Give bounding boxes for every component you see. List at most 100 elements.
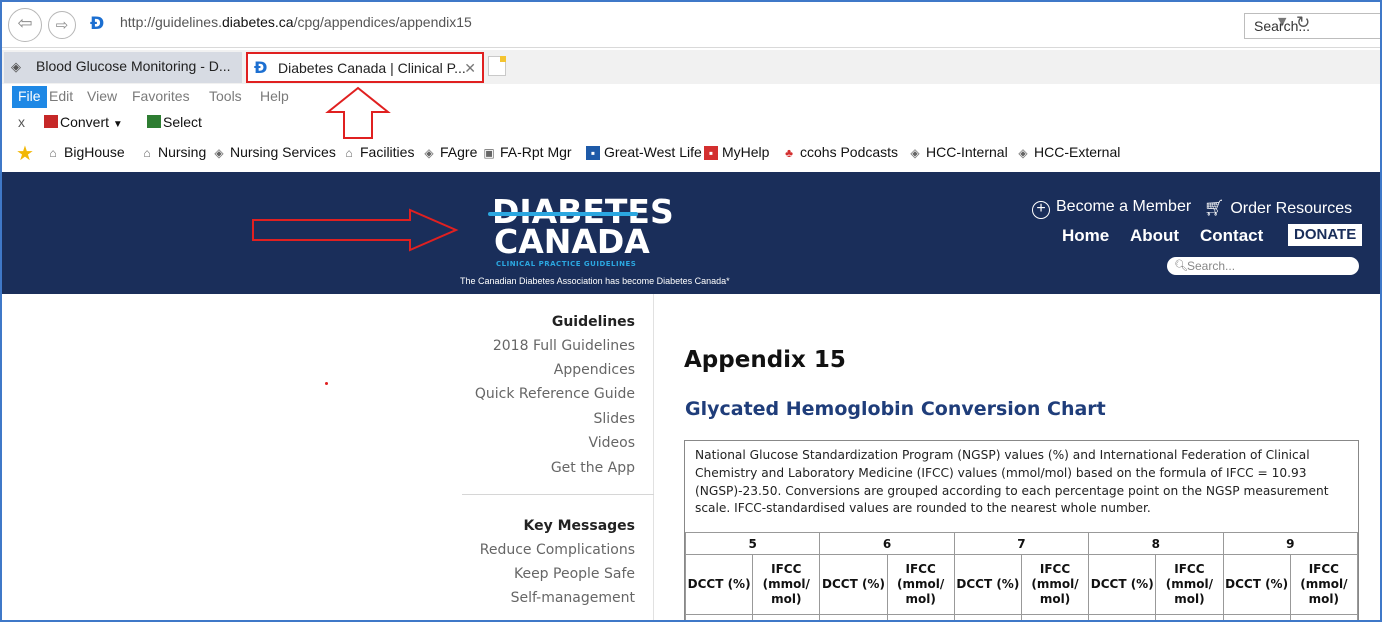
logo-stroke [488, 212, 638, 216]
menu-favorites[interactable]: Favorites [132, 88, 190, 104]
folder-icon: ⌂ [49, 146, 57, 160]
col-ifcc: IFCC (mmol/ mol) [886, 554, 955, 615]
convert-button[interactable]: Convert ▼ [44, 114, 123, 130]
conversion-table: National Glucose Standardization Program… [684, 440, 1359, 620]
gwl-icon: ▪ [586, 146, 600, 160]
site-tagline: The Canadian Diabetes Association has be… [460, 276, 730, 286]
col-dcct: DCCT (%) [953, 554, 1022, 615]
favorite-hcc-external[interactable]: ◈ HCC-External [1016, 144, 1120, 160]
close-tab-icon[interactable]: ✕ [464, 54, 476, 83]
sidebar-item-slides[interactable]: Slides [594, 411, 635, 427]
menu-file[interactable]: File [12, 86, 47, 108]
browser-search-input[interactable]: Search... [1244, 13, 1380, 39]
sidebar-item-self-management[interactable]: Self-management [511, 590, 635, 606]
select-label: Select [163, 114, 202, 130]
maple-leaf-icon: ♣ [785, 146, 793, 160]
favorite-nursing[interactable]: ⌂ Nursing [140, 144, 206, 160]
logo-line2: CANADA [494, 222, 650, 261]
site-icon: ◈ [910, 146, 920, 160]
favorite-fa-rpt-mgr[interactable]: ▣ FA-Rpt Mgr [482, 144, 571, 160]
favorite-label: HCC-Internal [926, 144, 1008, 160]
url-path: /cpg/appendices/appendix15 [293, 14, 472, 30]
tab-favicon-icon: ◈ [11, 59, 21, 74]
tab-favicon-icon: Ð [254, 58, 268, 77]
donate-button[interactable]: DONATE [1288, 224, 1363, 246]
sidebar-item-appendices[interactable]: Appendices [554, 362, 635, 378]
favorite-facilities[interactable]: ⌂ Facilities [342, 144, 414, 160]
sidebar-item-keep-people-safe[interactable]: Keep People Safe [514, 566, 635, 582]
menu-bar: File Edit View Favorites Tools Help [2, 86, 1380, 108]
become-member-link[interactable]: + Become a Member [1032, 198, 1191, 219]
annotation-arrow-up-icon [325, 86, 391, 139]
favorite-ccohs-podcasts[interactable]: ♣ ccohs Podcasts [782, 144, 898, 160]
group-header: 7 [953, 532, 1090, 555]
sidebar-item-reduce-complications[interactable]: Reduce Complications [480, 542, 635, 558]
become-member-label: Become a Member [1056, 198, 1192, 215]
tab-label: Blood Glucose Monitoring - D... [36, 58, 231, 74]
favorite-myhelp[interactable]: ▪ MyHelp [704, 144, 769, 160]
group-header: 6 [819, 532, 955, 555]
menu-tools[interactable]: Tools [209, 88, 242, 104]
pdf-convert-icon [44, 115, 58, 128]
sidebar-item-get-app[interactable]: Get the App [551, 460, 635, 476]
forward-button[interactable]: ⇨ [48, 11, 76, 39]
favorite-fagre[interactable]: ◈ FAgre [422, 144, 477, 160]
url-text[interactable]: http://guidelines.diabetes.ca/cpg/append… [120, 14, 472, 30]
favorite-hcc-internal[interactable]: ◈ HCC-Internal [908, 144, 1008, 160]
favorite-label: FAgre [440, 144, 478, 160]
new-tab-button[interactable] [488, 56, 506, 76]
site-favicon-icon: Ð [90, 14, 105, 34]
sidebar-item-full-guidelines[interactable]: 2018 Full Guidelines [493, 338, 635, 354]
favorites-bar: ★ ⌂ BigHouse ⌂ Nursing ◈ Nursing Services ⌂… [2, 140, 1380, 168]
favorite-nursing-services[interactable]: ◈ Nursing Services [212, 144, 336, 160]
nav-contact[interactable]: Contact [1200, 226, 1263, 246]
nav-about[interactable]: About [1130, 226, 1179, 246]
toolbar-close-icon[interactable]: x [18, 114, 25, 130]
table-group-row: 5 6 7 8 9 [684, 532, 1358, 555]
group-header: 8 [1088, 532, 1224, 555]
nav-home[interactable]: Home [1062, 226, 1109, 246]
tab-label: Diabetes Canada | Clinical P... [278, 60, 466, 76]
pdf-select-icon [147, 115, 161, 128]
red-dot-mark [325, 382, 328, 385]
folder-icon: ⌂ [345, 146, 353, 160]
favorite-label: Nursing Services [230, 144, 336, 160]
favorite-label: HCC-External [1034, 144, 1121, 160]
col-ifcc: IFCC (mmol/ mol) [1020, 554, 1090, 615]
favorites-star-icon[interactable]: ★ [16, 141, 34, 166]
col-dcct: DCCT (%) [684, 554, 754, 615]
menu-help[interactable]: Help [260, 88, 289, 104]
sidebar-item-videos[interactable]: Videos [588, 435, 635, 451]
sidebar-item-quick-reference[interactable]: Quick Reference Guide [475, 386, 635, 402]
menu-edit[interactable]: Edit [49, 88, 73, 104]
conversion-grid: 5 6 7 8 9 DCCT (%) IFCC (mmol/ mol) DCCT… [684, 532, 1359, 620]
order-resources-link[interactable]: 🛒︎ Order Resources [1204, 198, 1352, 218]
favorite-label: BigHouse [64, 144, 125, 160]
col-dcct: DCCT (%) [1222, 554, 1291, 615]
favorite-label: Nursing [158, 144, 207, 160]
browser-window: ⇦ ⇨ Ð http://guidelines.diabetes.ca/cpg/… [0, 0, 1382, 622]
col-ifcc: IFCC (mmol/ mol) [1155, 554, 1224, 615]
url-field[interactable]: Ð http://guidelines.diabetes.ca/cpg/appe… [86, 13, 1310, 37]
page-icon: ▣ [483, 146, 495, 160]
favorite-label: Facilities [360, 144, 415, 160]
chevron-down-icon: ▼ [112, 119, 123, 130]
back-button[interactable]: ⇦ [8, 8, 42, 42]
menu-view[interactable]: View [87, 88, 117, 104]
myhelp-icon: ▪ [704, 146, 718, 160]
favorite-great-west-life[interactable]: ▪ Great-West Life [586, 144, 702, 160]
sidebar-heading-key-messages: Key Messages [523, 518, 636, 534]
diabetes-canada-logo[interactable]: DIABETES CANADA CLINICAL PRACTICE GUIDEL… [488, 192, 674, 268]
tab-diabetes-canada[interactable]: Ð Diabetes Canada | Clinical P... ✕ [246, 52, 484, 83]
select-button[interactable]: Select [147, 114, 202, 130]
url-prefix: http://guidelines. [120, 14, 222, 30]
col-dcct: DCCT (%) [819, 554, 888, 615]
favorite-label: MyHelp [722, 144, 770, 160]
favorite-bighouse[interactable]: ⌂ BigHouse [46, 144, 125, 160]
site-icon: ◈ [424, 146, 434, 160]
url-domain: diabetes.ca [221, 14, 294, 30]
tab-blood-glucose[interactable]: ◈ Blood Glucose Monitoring - D... [4, 52, 242, 83]
convert-label: Convert [60, 114, 110, 130]
header-links: + Become a Member 🛒︎ Order Resources [1032, 198, 1372, 222]
site-search-input[interactable]: 🔍︎ Search... [1167, 257, 1359, 275]
